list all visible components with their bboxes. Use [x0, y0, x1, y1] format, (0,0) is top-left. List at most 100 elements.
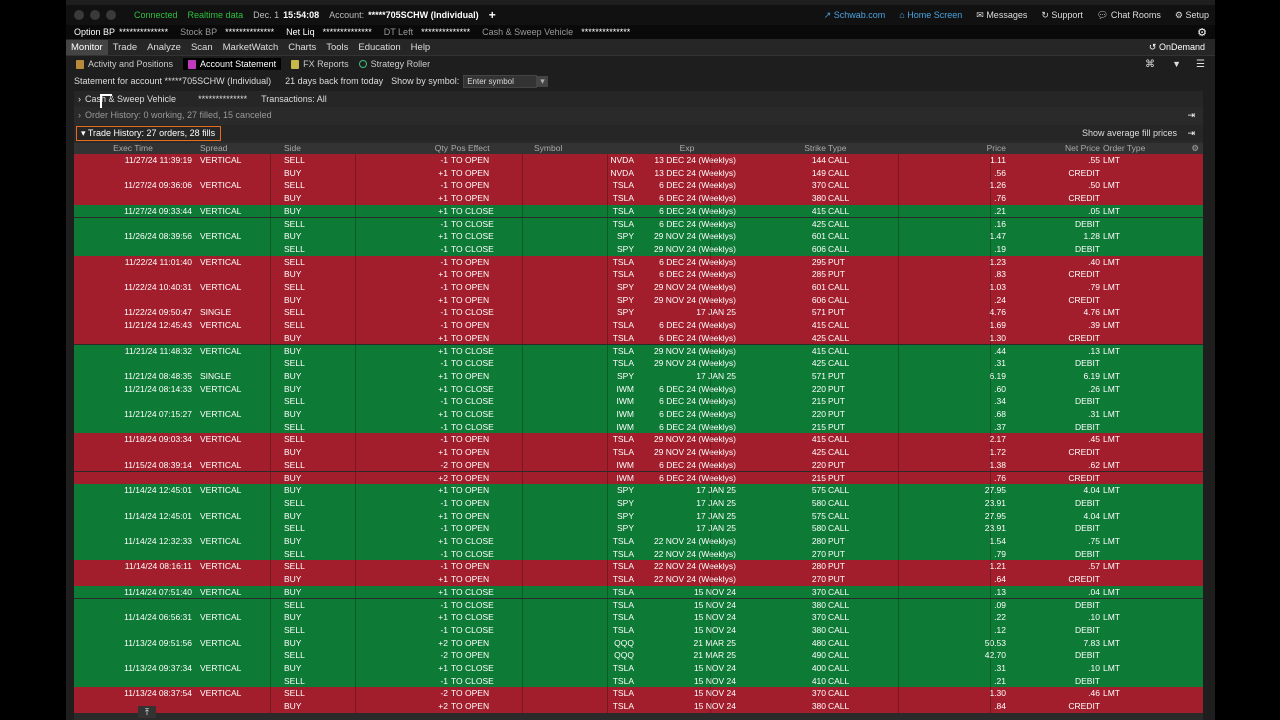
table-row[interactable]: BUY +1 TO OPEN TSLA 6 DEC 24 (Weeklys) 380 CAL… [74, 192, 1203, 205]
days-back-dropdown[interactable]: 21 days back from today [285, 76, 383, 86]
column-divider [522, 547, 523, 561]
column-header-exp[interactable]: Exp [638, 143, 736, 153]
table-row[interactable]: SELL -1 TO CLOSE IWM 6 DEC 24 (Weeklys) 215 PU… [74, 420, 1203, 434]
column-header-net-price[interactable]: Net Price [1010, 143, 1100, 153]
scroll-to-top-button[interactable]: ⤒ [138, 706, 156, 718]
tab-help[interactable]: Help [406, 40, 436, 55]
column-header-qty[interactable]: Qty [404, 143, 448, 153]
add-account-icon[interactable]: + [489, 8, 496, 22]
table-row[interactable]: 11/18/24 09:03:34 VERTICAL SELL -1 TO OPEN TS… [74, 433, 1203, 447]
cash-sweep-section-toggle[interactable]: › [78, 94, 81, 104]
chat-rooms-button[interactable]: 💬︎ Chat Rooms [1097, 10, 1161, 21]
table-row[interactable]: 11/15/24 08:39:14 VERTICAL SELL -2 TO OPEN IW… [74, 458, 1203, 472]
cell-st: 425 [811, 218, 826, 229]
table-row[interactable]: 11/27/24 11:39:19 VERTICAL SELL -1 TO OPEN NV… [74, 154, 1203, 167]
column-header-spread[interactable]: Spread [200, 143, 280, 153]
table-row[interactable]: 11/14/24 12:32:33 VERTICAL BUY +1 TO CLOSE TS… [74, 535, 1203, 548]
table-row[interactable]: 11/14/24 12:45:01 VERTICAL BUY +1 TO OPEN SPY… [74, 509, 1203, 523]
table-row[interactable]: BUY +2 TO OPEN TSLA 15 NOV 24 380 CALL .84 CREDI… [74, 700, 1203, 713]
table-row[interactable]: 11/13/24 08:37:54 VERTICAL SELL -2 TO OPEN TS… [74, 687, 1203, 701]
table-row[interactable]: SELL -1 TO CLOSE TSLA 6 DEC 24 (Weeklys) 425 C… [74, 217, 1203, 231]
symbol-search-input[interactable]: Enter symbol [463, 74, 538, 88]
table-row[interactable]: 11/21/24 11:48:32 VERTICAL BUY +1 TO CLOSE TS… [74, 344, 1203, 358]
symbol-dropdown-icon[interactable]: ▾ [537, 75, 548, 87]
table-row[interactable]: BUY +1 TO OPEN TSLA 6 DEC 24 (Weeklys) 285 PUT… [74, 268, 1203, 281]
column-header-exec-time[interactable]: Exec Time [74, 143, 192, 153]
table-row[interactable]: 11/27/24 09:36:06 VERTICAL SELL -1 TO OPEN TS… [74, 179, 1203, 193]
table-row[interactable]: BUY +1 TO OPEN NVDA 13 DEC 24 (Weeklys) 149 CA… [74, 166, 1203, 180]
table-row[interactable]: 11/14/24 12:45:01 VERTICAL BUY +1 TO OPEN SPY… [74, 484, 1203, 497]
table-row[interactable]: BUY +1 TO OPEN TSLA 22 NOV 24 (Weeklys) 270 PU… [74, 573, 1203, 586]
table-row[interactable]: 11/13/24 09:37:34 VERTICAL BUY +1 TO CLOSE TS… [74, 662, 1203, 675]
table-row[interactable]: SELL -1 TO CLOSE TSLA 15 NOV 24 380 CALL .09 DEB… [74, 598, 1203, 612]
menu-list-icon[interactable]: ☰ [1196, 59, 1205, 70]
trade-history-toggle[interactable]: ▾ Trade History: 27 orders, 28 fills [76, 125, 222, 141]
order-history-row[interactable]: › Order History: 0 working, 27 filled, 1… [74, 108, 1203, 122]
collapse-icon[interactable]: ⇥ [1187, 110, 1195, 121]
table-row[interactable]: SELL -1 TO OPEN SPY 17 JAN 25 580 CALL 23.91 DEB… [74, 496, 1203, 510]
table-row[interactable]: SELL -1 TO CLOSE TSLA 29 NOV 24 (Weeklys) 425… [74, 357, 1203, 370]
show-average-fill-prices-toggle[interactable]: Show average fill prices [1082, 128, 1177, 138]
table-row[interactable]: SELL -1 TO OPEN SPY 17 JAN 25 580 CALL 23.91 DEB… [74, 522, 1203, 535]
tab-charts[interactable]: Charts [283, 40, 321, 55]
dropdown-arrow-icon[interactable]: ▼ [1172, 59, 1181, 69]
tab-trade[interactable]: Trade [108, 40, 142, 55]
table-row[interactable]: 11/21/24 12:45:43 VERTICAL SELL -1 TO OPEN TS… [74, 319, 1203, 332]
table-row[interactable]: 11/26/24 08:39:56 VERTICAL BUY +1 TO CLOSE SP… [74, 230, 1203, 243]
table-row[interactable]: 11/22/24 09:50:47 SINGLE SELL -1 TO CLOSE SPY… [74, 306, 1203, 320]
table-row[interactable]: 11/13/24 09:51:56 VERTICAL BUY +2 TO OPEN QQQ… [74, 636, 1203, 650]
column-header-symbol[interactable]: Symbol [534, 143, 634, 153]
ondemand-button[interactable]: ↺ OnDemand [1149, 42, 1205, 53]
table-row[interactable]: BUY +1 TO OPEN TSLA 29 NOV 24 (Weeklys) 425 CA… [74, 446, 1203, 459]
table-row[interactable]: SELL -1 TO CLOSE TSLA 15 NOV 24 380 CALL .12 DEB… [74, 623, 1203, 637]
tab-analyze[interactable]: Analyze [142, 40, 186, 55]
column-header-pos-effect[interactable]: Pos Effect [451, 143, 531, 153]
tab-strategy-roller[interactable]: Strategy Roller [358, 59, 430, 69]
table-row[interactable]: 11/22/24 10:40:31 VERTICAL SELL -1 TO OPEN SP… [74, 281, 1203, 294]
table-row[interactable]: SELL -1 TO CLOSE IWM 6 DEC 24 (Weeklys) 215 PU… [74, 395, 1203, 408]
tab-account-statement[interactable]: Account Statement [183, 58, 282, 70]
table-row[interactable]: 11/27/24 09:33:44 VERTICAL BUY +1 TO CLOSE TS… [74, 204, 1203, 218]
column-settings-gear-icon[interactable]: ⚙ [1191, 143, 1199, 154]
tab-marketwatch[interactable]: MarketWatch [218, 40, 284, 55]
tab-education[interactable]: Education [353, 40, 405, 55]
tab-monitor[interactable]: Monitor [66, 39, 108, 55]
messages-button[interactable]: ✉ Messages [976, 10, 1027, 21]
schwab-link[interactable]: ↗ Schwab.com [824, 10, 886, 21]
maximize-window-icon[interactable] [106, 10, 116, 20]
table-row[interactable]: 11/21/24 08:48:35 SINGLE BUY +1 TO OPEN SPY 17… [74, 369, 1203, 383]
tab-fx-reports[interactable]: FX Reports [291, 59, 349, 69]
column-header-price[interactable]: Price [918, 143, 1006, 153]
collapse-trade-history-icon[interactable]: ⇥ [1187, 128, 1195, 139]
tab-tools[interactable]: Tools [321, 40, 353, 55]
account-selector[interactable]: *****705SCHW (Individual) [368, 10, 479, 20]
table-row[interactable]: BUY +1 TO OPEN TSLA 6 DEC 24 (Weeklys) 425 CAL… [74, 331, 1203, 345]
minimize-window-icon[interactable] [90, 10, 100, 20]
table-row[interactable]: 11/21/24 08:14:33 VERTICAL BUY +1 TO CLOSE IW… [74, 382, 1203, 396]
tab-scan[interactable]: Scan [186, 40, 218, 55]
table-row[interactable]: 11/14/24 06:56:31 VERTICAL BUY +1 TO CLOSE TS… [74, 611, 1203, 624]
table-row[interactable]: SELL -1 TO CLOSE TSLA 15 NOV 24 410 CALL .21 DEB… [74, 674, 1203, 688]
cell-np: CREDIT [1068, 332, 1100, 343]
pin-icon[interactable]: ⌘ [1145, 59, 1155, 70]
table-row[interactable]: 11/14/24 08:16:11 VERTICAL SELL -1 TO OPEN TS… [74, 560, 1203, 574]
tab-activity-and-positions[interactable]: Activity and Positions [76, 59, 173, 69]
table-row[interactable]: 11/14/24 07:51:40 VERTICAL BUY +1 TO CLOSE TS… [74, 585, 1203, 599]
table-row[interactable]: 11/22/24 11:01:40 VERTICAL SELL -1 TO OPEN TS… [74, 255, 1203, 269]
table-row[interactable]: SELL -1 TO CLOSE TSLA 22 NOV 24 (Weeklys) 270… [74, 547, 1203, 561]
table-row[interactable]: SELL -1 TO CLOSE SPY 29 NOV 24 (Weeklys) 606 C… [74, 242, 1203, 256]
home-screen-link[interactable]: ⌂ Home Screen [899, 10, 962, 20]
setup-button[interactable]: ⚙ Setup [1175, 10, 1209, 21]
column-header-strike[interactable]: Strike [740, 143, 826, 153]
table-row[interactable]: SELL -2 TO OPEN QQQ 21 MAR 25 490 CALL 42.70 DEB… [74, 649, 1203, 662]
column-header-order-type[interactable]: Order Type [1103, 143, 1183, 153]
table-row[interactable]: BUY +1 TO OPEN SPY 29 NOV 24 (Weeklys) 606 CAL… [74, 293, 1203, 307]
column-header-side[interactable]: Side [284, 143, 344, 153]
transactions-filter[interactable]: Transactions: All [261, 94, 327, 104]
settings-gear-icon[interactable]: ⚙ [1197, 26, 1207, 39]
table-row[interactable]: 11/21/24 07:15:27 VERTICAL BUY +1 TO CLOSE IW… [74, 408, 1203, 421]
table-row[interactable]: BUY +2 TO OPEN IWM 6 DEC 24 (Weeklys) 215 PUT.… [74, 471, 1203, 485]
column-header-type[interactable]: Type [828, 143, 888, 153]
close-window-icon[interactable] [74, 10, 84, 20]
support-button[interactable]: ↻ Support [1041, 10, 1083, 21]
